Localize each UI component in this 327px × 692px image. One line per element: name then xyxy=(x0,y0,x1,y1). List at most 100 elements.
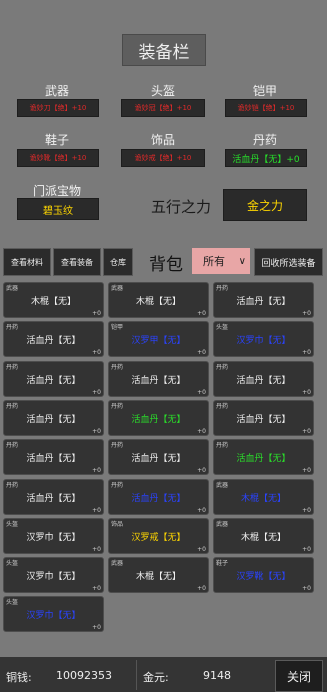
wuxing-button[interactable]: 金之力 xyxy=(223,189,307,221)
slot-label-helmet: 头盔 xyxy=(150,84,175,98)
inventory-item[interactable]: 武器 木棍【无】 +0 xyxy=(3,282,104,318)
view-materials-button[interactable]: 查看材料 xyxy=(3,248,51,276)
slot-label-accessory: 饰品 xyxy=(150,133,175,147)
item-count: +0 xyxy=(92,349,101,357)
item-name: 活血丹【无】 xyxy=(131,493,186,504)
inventory-item[interactable]: 武器木棍【无】 +0 xyxy=(108,557,209,594)
item-type: 武器 xyxy=(216,481,229,489)
item-name: 活血丹【无】 xyxy=(131,375,186,386)
item-type: 丹药 xyxy=(6,442,19,450)
inventory-item[interactable]: 丹药 活血丹【无】 +0 xyxy=(108,478,209,515)
inventory-item[interactable]: 头盔 汉罗巾【无】 +0 xyxy=(3,596,104,633)
copper-value: 10092353 xyxy=(56,669,112,682)
inventory-item[interactable]: 丹药 活血丹【无】 +0 xyxy=(213,360,314,397)
item-count: +0 xyxy=(92,467,101,475)
item-name: 活血丹【无】 xyxy=(236,454,291,465)
inventory-item[interactable]: 丹药 活血丹【无】 +0 xyxy=(213,439,314,476)
treasure-label: 门派宝物 xyxy=(32,184,81,198)
item-type: 丹药 xyxy=(216,285,229,292)
close-button[interactable]: 关闭 xyxy=(275,660,323,692)
item-type: 丹药 xyxy=(111,481,124,489)
item-name: 活血丹【无】 xyxy=(236,297,291,307)
slot-label-armor: 铠甲 xyxy=(252,84,277,98)
slot-shoes[interactable]: 诡妙靴【绝】+10 xyxy=(17,149,99,167)
filter-dropdown[interactable]: 所有 ∨ xyxy=(192,248,250,274)
item-name: 木棍【无】 xyxy=(240,493,286,504)
copper-label: 铜钱: xyxy=(6,671,32,684)
item-count: +0 xyxy=(302,310,311,317)
divider xyxy=(136,660,137,690)
inventory-item[interactable]: 武器 木棍【无】 +0 xyxy=(108,282,209,318)
inventory-item[interactable]: 丹药 活血丹【无】 +0 xyxy=(108,439,209,476)
item-count: +0 xyxy=(197,310,206,317)
inventory-item[interactable]: 饰品 汉罗戒【无】 +0 xyxy=(108,517,209,554)
inventory-item[interactable]: 丹药 活血丹【无】 +0 xyxy=(3,399,104,436)
item-name: 木棍【无】 xyxy=(135,297,181,307)
item-type: 丹药 xyxy=(216,402,229,410)
item-name: 活血丹【无】 xyxy=(26,454,81,465)
item-type: 饰品 xyxy=(111,520,124,528)
item-type: 丹药 xyxy=(111,363,124,371)
inventory-item[interactable]: 丹药 活血丹【无】 +0 xyxy=(108,360,209,397)
slot-weapon[interactable]: 诡妙刀【绝】+10 xyxy=(17,99,99,117)
item-count: +0 xyxy=(302,545,311,553)
inventory-item[interactable]: 头盔 汉罗巾【无】 +0 xyxy=(3,517,104,554)
chevron-down-icon: ∨ xyxy=(238,255,246,267)
inventory-item[interactable]: 丹药 活血丹【无】 +0 xyxy=(3,439,104,476)
recycle-selected-button[interactable]: 回收所选装备 xyxy=(254,248,323,276)
item-count: +0 xyxy=(197,585,206,593)
item-type: 头盔 xyxy=(6,599,19,607)
view-equipment-button[interactable]: 查看装备 xyxy=(53,248,101,276)
item-count: +0 xyxy=(302,467,311,475)
item-type: 头盔 xyxy=(6,560,19,568)
item-name: 汉罗戒【无】 xyxy=(131,532,186,543)
item-type: 丹药 xyxy=(216,442,229,450)
item-name: 活血丹【无】 xyxy=(131,414,186,425)
inventory-item[interactable]: 头盔 汉罗巾【无】 +0 xyxy=(3,557,104,594)
item-type: 武器 xyxy=(111,560,124,568)
warehouse-button[interactable]: 仓库 xyxy=(103,248,133,276)
item-count: +0 xyxy=(197,467,206,475)
item-name: 汉罗巾【无】 xyxy=(26,572,81,583)
inventory-item[interactable]: 武器 木棍【无】 +0 xyxy=(213,517,314,554)
slot-armor[interactable]: 诡妙铠【绝】+10 xyxy=(225,99,307,117)
filter-value: 所有 xyxy=(203,255,225,268)
bag-label: 背包 xyxy=(149,255,183,275)
slot-helmet[interactable]: 诡妙冠【绝】+10 xyxy=(121,99,205,117)
inventory-item[interactable]: 头盔 汉罗巾【无】 +0 xyxy=(213,321,314,358)
item-type: 丹药 xyxy=(216,363,229,371)
item-name: 活血丹【无】 xyxy=(236,414,291,425)
item-count: +0 xyxy=(92,624,101,632)
inventory-item[interactable]: 丹药 活血丹【无】 +0 xyxy=(3,478,104,515)
item-type: 丹药 xyxy=(111,442,124,450)
item-count: +0 xyxy=(92,585,101,593)
item-count: +0 xyxy=(92,310,101,317)
inventory-item[interactable]: 丹药 活血丹【无】 +0 xyxy=(3,321,104,358)
inventory-item[interactable]: 丹药 活血丹【无】 +0 xyxy=(3,360,104,397)
inventory-item[interactable]: 丹药 活血丹【无】 +0 xyxy=(213,282,314,318)
item-name: 木棍【无】 xyxy=(30,297,76,307)
item-name: 汉罗巾【无】 xyxy=(26,611,81,622)
inventory-item[interactable]: 武器 木棍【无】 +0 xyxy=(213,478,314,515)
item-type: 丹药 xyxy=(6,324,19,332)
item-count: +0 xyxy=(92,506,101,514)
item-count: +0 xyxy=(302,585,311,593)
slot-pill[interactable]: 活血丹【无】+0 xyxy=(225,149,307,167)
item-count: +0 xyxy=(92,427,101,435)
gold-value: 9148 xyxy=(203,669,231,682)
inventory-item[interactable]: 鞋子 汉罗靴【无】 +0 xyxy=(213,557,314,594)
item-name: 活血丹【无】 xyxy=(26,375,81,386)
item-name: 活血丹【无】 xyxy=(26,336,81,347)
item-count: +0 xyxy=(197,388,206,396)
treasure-slot[interactable]: 碧玉纹 xyxy=(17,198,99,220)
item-name: 汉罗巾【无】 xyxy=(26,532,81,543)
inventory-item[interactable]: 铠甲 汉罗甲【无】 +0 xyxy=(108,321,209,358)
page-title: 装备栏 xyxy=(122,34,206,66)
inventory-item[interactable]: 丹药 活血丹【无】 +0 xyxy=(213,399,314,436)
item-type: 武器 xyxy=(216,520,229,528)
item-name: 木棍【无】 xyxy=(135,572,181,583)
inventory-item[interactable]: 丹药 活血丹【无】 +0 xyxy=(108,399,209,436)
slot-accessory[interactable]: 诡妙戒【绝】+10 xyxy=(121,149,205,167)
item-count: +0 xyxy=(197,506,206,514)
item-count: +0 xyxy=(197,545,206,553)
